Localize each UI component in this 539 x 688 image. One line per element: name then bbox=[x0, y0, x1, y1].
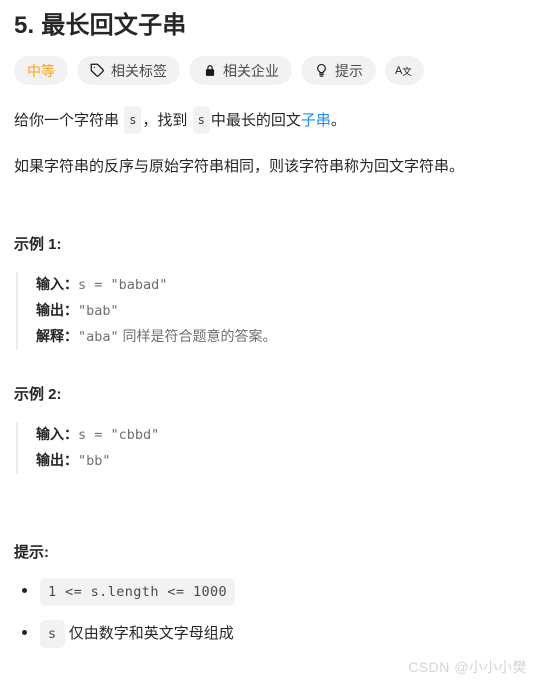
desc-text-d: 。 bbox=[330, 112, 346, 129]
substring-link[interactable]: 子串 bbox=[301, 112, 331, 129]
related-companies-label: 相关企业 bbox=[223, 62, 279, 79]
example-2-output-key: 输出： bbox=[36, 452, 78, 468]
example-1-input-value: s = "babad" bbox=[78, 277, 168, 293]
related-companies-button[interactable]: 相关企业 bbox=[189, 56, 292, 85]
tag-icon bbox=[90, 63, 105, 78]
example-1-output-line: 输出："bab" bbox=[36, 298, 525, 324]
lightbulb-icon bbox=[314, 63, 329, 78]
example-2-heading: 示例 2: bbox=[14, 386, 62, 403]
difficulty-label: 中等 bbox=[27, 62, 55, 79]
hint-button[interactable]: 提示 bbox=[301, 56, 376, 85]
list-item: s 仅由数字和英文字母组成 bbox=[14, 620, 525, 648]
example-2-block: 输入：s = "cbbd" 输出："bb" bbox=[16, 422, 525, 474]
example-2-input-key: 输入： bbox=[36, 426, 78, 442]
inline-code-s-1: s bbox=[124, 106, 142, 134]
example-1-explain-value: "aba" bbox=[78, 329, 119, 345]
hints-heading: 提示: bbox=[14, 544, 49, 561]
list-item: 1 <= s.length <= 1000 bbox=[14, 578, 525, 606]
constraint-text-2: 仅由数字和英文字母组成 bbox=[68, 625, 234, 642]
example-2-input-line: 输入：s = "cbbd" bbox=[36, 422, 525, 448]
example-1-output-key: 输出： bbox=[36, 302, 78, 318]
example-1-explain-key: 解释： bbox=[36, 328, 78, 344]
tag-row: 中等 相关标签 相关企业 提示 A 文 bbox=[14, 56, 525, 85]
translate-icon: A 文 bbox=[395, 62, 414, 79]
problem-page: 5. 最长回文子串 中等 相关标签 相关企业 提示 A 文 给你一个字符串 s … bbox=[0, 0, 539, 688]
example-1-block: 输入：s = "babad" 输出："bab" 解释："aba" 同样是符合题意… bbox=[16, 272, 525, 350]
related-topics-button[interactable]: 相关标签 bbox=[77, 56, 180, 85]
example-1-output-value: "bab" bbox=[78, 303, 119, 319]
difficulty-badge: 中等 bbox=[14, 56, 68, 85]
inline-code-s-2: s bbox=[192, 106, 210, 134]
lock-icon bbox=[202, 63, 217, 78]
example-1-input-key: 输入： bbox=[36, 276, 78, 292]
page-title: 5. 最长回文子串 bbox=[14, 12, 187, 39]
description-paragraph-1: 给你一个字符串 s ，找到 s 中最长的回文子串。 bbox=[14, 106, 525, 134]
example-2-output-line: 输出："bb" bbox=[36, 448, 525, 474]
desc-text-b: ，找到 bbox=[142, 112, 188, 129]
desc-text-a: 给你一个字符串 bbox=[14, 112, 120, 129]
constraint-code-1: 1 <= s.length <= 1000 bbox=[40, 578, 236, 606]
example-1-explain-note: 同样是符合题意的答案。 bbox=[118, 328, 277, 344]
description-paragraph-2: 如果字符串的反序与原始字符串相同，则该字符串称为回文字符串。 bbox=[14, 158, 465, 175]
example-2-input-value: s = "cbbd" bbox=[78, 427, 160, 443]
svg-text:文: 文 bbox=[402, 66, 412, 78]
example-1-input-line: 输入：s = "babad" bbox=[36, 272, 525, 298]
related-topics-label: 相关标签 bbox=[111, 62, 167, 79]
hint-label: 提示 bbox=[335, 62, 363, 79]
example-1-explain-line: 解释："aba" 同样是符合题意的答案。 bbox=[36, 324, 525, 350]
constraint-code-2: s bbox=[40, 620, 65, 648]
constraints-list: 1 <= s.length <= 1000 s 仅由数字和英文字母组成 bbox=[14, 578, 525, 648]
desc-text-c: 中最长的回文 bbox=[210, 112, 301, 129]
translate-button[interactable]: A 文 Aa bbox=[385, 56, 424, 85]
csdn-watermark: CSDN @小小小樊 bbox=[408, 659, 527, 675]
example-2-output-value: "bb" bbox=[78, 453, 111, 469]
example-1-heading: 示例 1: bbox=[14, 236, 62, 253]
